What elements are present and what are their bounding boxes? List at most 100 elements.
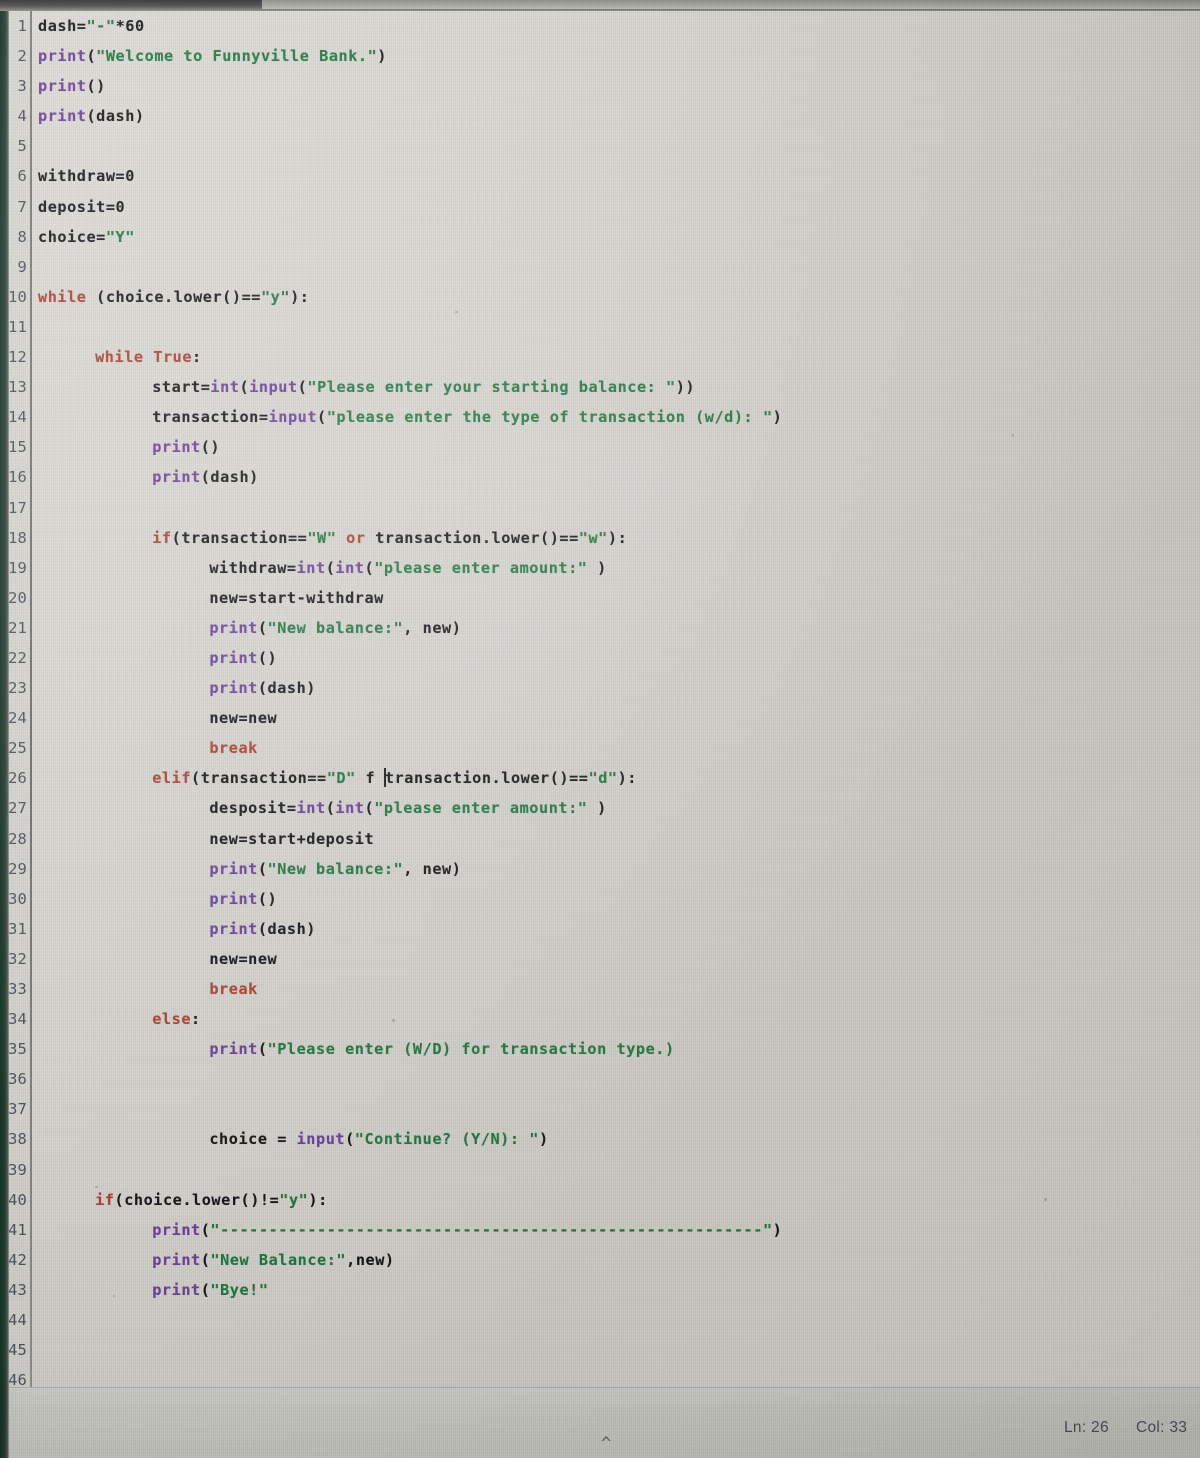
code-line[interactable]: 44 <box>0 1305 1191 1335</box>
code-line[interactable]: 29 print("New balance:", new) <box>0 854 1191 884</box>
code-token-builtin: int <box>296 799 326 818</box>
code-line[interactable]: 28 new=start+deposit <box>0 824 1191 854</box>
code-line[interactable]: 26 elif(transaction=="D" f transaction.lo… <box>0 763 1191 793</box>
code-line[interactable]: 17 <box>0 493 1191 523</box>
code-token-builtin: print <box>209 859 258 878</box>
code-token-plain: ): <box>617 769 637 788</box>
code-token-string: "W" <box>307 528 337 547</box>
code-line[interactable]: 32 new=new <box>0 944 1191 974</box>
code-line[interactable]: 39 <box>0 1155 1191 1185</box>
code-token-plain: ( <box>257 618 268 637</box>
code-line[interactable]: 22 print() <box>0 643 1191 673</box>
code-token-plain: (transaction== <box>171 528 308 547</box>
code-token-plain: (choice.lower()!= <box>114 1190 280 1209</box>
code-line[interactable]: 19 withdraw=int(int("please enter amount:… <box>0 553 1191 583</box>
code-area[interactable]: 1 dash="-"*60 2 print("Welcome to Funnyvill… <box>0 11 1191 1395</box>
code-line-text: choice="Y" <box>38 222 135 252</box>
code-token-plain: ( <box>325 799 336 818</box>
code-token-builtin: print <box>152 438 201 457</box>
code-line[interactable]: 8 choice="Y" <box>0 222 1191 252</box>
code-line[interactable]: 16 print(dash) <box>0 462 1191 492</box>
code-token-string: "---------------------------------------… <box>210 1220 773 1239</box>
code-token-plain: ( <box>239 378 250 397</box>
code-line[interactable]: 34 else: <box>0 1004 1191 1034</box>
code-token-builtin: print <box>152 1220 201 1239</box>
code-token-plain: *60 <box>115 17 145 35</box>
code-line[interactable]: 20 new=start-withdraw <box>0 583 1191 613</box>
code-token-plain: ( <box>297 378 308 397</box>
code-token-builtin: print <box>209 1040 258 1059</box>
code-line[interactable]: 25 break <box>0 733 1191 763</box>
code-line-text: transaction=input("please enter the type… <box>152 402 782 432</box>
code-line[interactable]: 43 print("Bye!" <box>0 1275 1191 1305</box>
code-token-plain: f <box>355 769 385 788</box>
code-line-text: choice = input("Continue? (Y/N): ") <box>209 1124 548 1154</box>
code-token-builtin: print <box>38 47 87 66</box>
code-line[interactable]: 24 new=new <box>0 703 1191 733</box>
code-line[interactable]: 27 desposit=int(int("please enter amount:… <box>0 793 1191 823</box>
code-token-plain: transaction.lower()== <box>365 528 579 547</box>
code-line-text: print() <box>209 643 277 673</box>
code-line-text: new=new <box>209 944 277 974</box>
code-token-plain: new=new <box>209 949 278 968</box>
code-line[interactable]: 9 <box>0 252 1191 282</box>
code-line[interactable]: 13 start=int(input("Please enter your sta… <box>0 372 1191 402</box>
code-token-plain: ( <box>364 558 375 577</box>
code-line[interactable]: 2 print("Welcome to Funnyville Bank.") <box>0 41 1191 71</box>
dust-speck <box>1012 434 1014 437</box>
code-token-plain: : <box>192 348 202 367</box>
code-line[interactable]: 4 print(dash) <box>0 101 1191 131</box>
code-line[interactable]: 18 if(transaction=="W" or transaction.low… <box>0 523 1191 553</box>
code-line[interactable]: 21 print("New balance:", new) <box>0 613 1191 643</box>
code-line[interactable]: 38 choice = input("Continue? (Y/N): ") <box>0 1124 1191 1154</box>
code-line[interactable]: 6 withdraw=0 <box>0 161 1191 191</box>
code-token-builtin: print <box>209 648 258 667</box>
code-line-text: print("New Balance:",new) <box>152 1245 394 1275</box>
code-token-builtin: print <box>152 1280 201 1299</box>
code-line-text: print("Please enter (W/D) for transactio… <box>209 1034 674 1064</box>
code-token-plain: ) <box>377 47 387 66</box>
code-line[interactable]: 23 print(dash) <box>0 673 1191 703</box>
code-line[interactable]: 3 print() <box>0 71 1191 101</box>
code-token-plain: ) <box>772 1220 783 1239</box>
code-line[interactable]: 1 dash="-"*60 <box>0 11 1191 41</box>
code-token-string: "d" <box>588 769 618 788</box>
code-line[interactable]: 12 while True: <box>0 342 1191 372</box>
code-line[interactable]: 36 <box>0 1064 1191 1094</box>
code-line[interactable]: 37 <box>0 1094 1191 1124</box>
monitor-bezel-left <box>0 0 9 1458</box>
code-token-plain: ( <box>364 799 375 818</box>
code-token-plain: ( <box>345 1130 355 1149</box>
code-line[interactable]: 11 <box>0 312 1191 342</box>
code-line[interactable]: 33 break <box>0 974 1191 1004</box>
code-token-plain: () <box>257 648 278 667</box>
code-line[interactable]: 30 print() <box>0 884 1191 914</box>
code-token-plain: ): <box>308 1190 328 1209</box>
code-line[interactable]: 10 while (choice.lower()=="y"): <box>0 282 1191 312</box>
code-token-builtin: print <box>209 919 258 938</box>
code-token-plain: ( <box>86 47 97 66</box>
code-token-string: "please enter amount:" <box>374 558 588 577</box>
status-column-indicator: Col: 33 <box>1136 1419 1188 1436</box>
code-line[interactable]: 31 print(dash) <box>0 914 1191 944</box>
code-token-builtin: input <box>296 1130 346 1149</box>
code-token-builtin: print <box>152 468 201 487</box>
code-token-plain: transaction.lower()== <box>384 769 589 788</box>
code-token-builtin: int <box>335 799 365 818</box>
code-line[interactable]: 40 if(choice.lower()!="y"): <box>0 1185 1191 1215</box>
code-line-text: print(dash) <box>152 462 259 492</box>
code-line-text: break <box>209 733 257 763</box>
code-token-string: "Continue? (Y/N): " <box>354 1130 539 1149</box>
code-line[interactable]: 42 print("New Balance:",new) <box>0 1245 1191 1275</box>
status-line-indicator: Ln: 26 <box>1064 1419 1109 1436</box>
code-token-plain: choice= <box>38 227 106 246</box>
code-token-plain: ): <box>607 528 628 547</box>
code-line[interactable]: 7 deposit=0 <box>0 192 1191 222</box>
code-line[interactable]: 5 <box>0 131 1191 161</box>
code-token-string: "y" <box>260 287 291 306</box>
code-line[interactable]: 45 <box>0 1335 1191 1365</box>
code-line[interactable]: 35 print("Please enter (W/D) for transact… <box>0 1034 1191 1064</box>
code-line[interactable]: 14 transaction=input("please enter the ty… <box>0 402 1191 432</box>
code-line[interactable]: 41 print("-------------------------------… <box>0 1215 1191 1245</box>
code-token-keyword: break <box>209 739 258 758</box>
